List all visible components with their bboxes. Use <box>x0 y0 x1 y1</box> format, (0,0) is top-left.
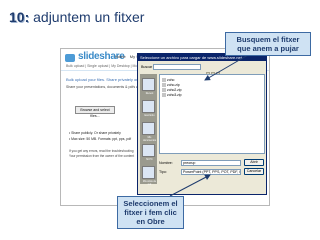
place-documents[interactable]: Mis documentos <box>142 122 156 142</box>
file-item[interactable]: zoho2.zip <box>162 88 182 93</box>
privacy-info: • Share publicly. Or share privately • M… <box>69 130 131 142</box>
filename-label: Nombre: <box>159 161 173 165</box>
place-computer[interactable]: Mi PC <box>142 144 155 161</box>
troubleshooting-note: If you get any errors, read the troubles… <box>69 149 134 159</box>
step-number: 10: <box>9 9 30 25</box>
open-button[interactable]: Abrir <box>244 159 264 166</box>
dialog-toolbar <box>206 64 226 77</box>
lookin-dropdown[interactable] <box>153 64 201 70</box>
open-file-dialog: Seleccione un archivo para cargar de www… <box>137 53 267 195</box>
slideshare-logo-icon <box>65 54 75 62</box>
file-item[interactable]: zoho <box>162 78 174 83</box>
zip-file-icon <box>162 93 166 98</box>
folder-icon <box>162 78 166 83</box>
zip-file-icon <box>162 88 166 93</box>
zip-file-icon <box>162 83 166 88</box>
note-line: Your permission from the owner of the co… <box>69 154 135 158</box>
place-network[interactable]: Mis sitios de red <box>142 166 156 186</box>
slide-title: 10: adjuntem un fitxer <box>9 9 144 25</box>
slide-title-text: adjuntem un fitxer <box>29 9 145 25</box>
filetype-select[interactable]: PowerPoint (PPT, PPS, POT, PDF, Open ... <box>181 169 241 175</box>
places-bar: Recent Escritorio Mis documentos Mi PC M… <box>140 74 157 186</box>
file-list: zoho zoho.zip zoho2.zip zoho3.zip <box>159 74 265 154</box>
file-item[interactable]: zoho3.zip <box>162 93 182 98</box>
size-line: • Max size: 50 MB. Formats: ppt, pps, pd… <box>69 137 132 141</box>
place-desktop[interactable]: Escritorio <box>142 100 155 117</box>
upload-tabs[interactable]: Bulk upload | Single upload | My Desktop… <box>66 64 143 68</box>
nav-item-home[interactable]: Home <box>115 54 126 59</box>
file-item[interactable]: zoho.zip <box>162 83 180 88</box>
cancel-button[interactable]: Cancelar <box>244 168 264 175</box>
browse-files-button[interactable]: Browse and select files... <box>75 106 115 118</box>
callout-select-file: Seleccionem el fitxer i fem clic en Obre <box>117 196 184 229</box>
place-recent[interactable]: Recent <box>142 78 155 95</box>
filename-input[interactable]: preorup <box>181 160 241 166</box>
filetype-label: Tipo: <box>159 170 167 174</box>
callout-search-file: Busquem el fitxer que anem a pujar <box>225 32 311 56</box>
